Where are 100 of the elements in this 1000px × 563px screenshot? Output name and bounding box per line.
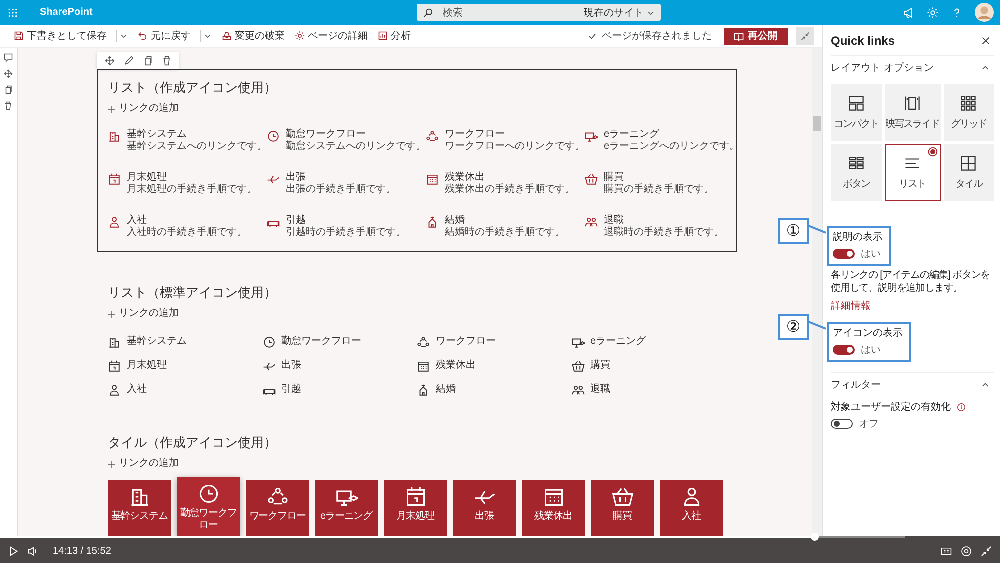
toolbar-button[interactable]: 下書きとして保存 xyxy=(10,29,111,43)
people-icon xyxy=(417,336,430,348)
toolbar-button[interactable]: ページの詳細 xyxy=(291,29,372,43)
copy-icon[interactable] xyxy=(142,56,152,66)
move-icon[interactable] xyxy=(104,56,114,66)
link-title[interactable]: 購買 xyxy=(590,360,610,372)
exit-fullscreen-icon[interactable] xyxy=(981,546,992,556)
toolbar-button[interactable]: 元に戻す xyxy=(134,29,195,43)
volume-icon[interactable] xyxy=(28,546,39,556)
trash-icon[interactable] xyxy=(162,56,172,66)
group-heading[interactable]: フィルター xyxy=(831,378,881,392)
add-link-button[interactable]: リンクの追加 xyxy=(108,307,179,321)
grid-icon xyxy=(960,94,978,112)
link-description: 入社時の手続き手順です。 xyxy=(127,227,247,239)
link-title[interactable]: 出張 xyxy=(282,360,302,372)
toggle-switch[interactable] xyxy=(833,249,855,259)
link-description: 基幹システムへのリンクです。 xyxy=(127,141,267,153)
link-tile[interactable]: ワークフロー xyxy=(246,480,309,536)
scope-dropdown[interactable]: 現在のサイト xyxy=(584,6,655,20)
captions-icon[interactable] xyxy=(941,546,952,556)
link-description: 引越時の手続き手順です。 xyxy=(286,227,406,239)
toolbar-button[interactable]: 変更の破棄 xyxy=(218,29,289,43)
calendar-icon xyxy=(417,360,430,372)
section-title: リスト（作成アイコン使用） xyxy=(108,79,278,97)
link-title[interactable]: 入社 xyxy=(127,215,247,227)
move-icon[interactable] xyxy=(4,69,13,79)
link-title[interactable]: 月末処理 xyxy=(127,172,257,184)
caret-icon[interactable] xyxy=(204,32,212,40)
link-title[interactable]: 残業休出 xyxy=(445,172,575,184)
link-title[interactable]: 入社 xyxy=(127,384,147,396)
chevron-up-icon[interactable] xyxy=(981,64,990,72)
link-title[interactable]: 残業休出 xyxy=(436,360,476,372)
chevron-up-icon[interactable] xyxy=(981,380,990,390)
megaphone-icon[interactable] xyxy=(903,6,915,18)
link-title[interactable]: 退職 xyxy=(604,215,724,227)
layout-option[interactable]: グリッド xyxy=(944,84,994,141)
link-title[interactable]: 出張 xyxy=(286,172,396,184)
group-heading[interactable]: レイアウト オプション xyxy=(831,61,934,75)
collapse-icon xyxy=(800,32,810,40)
toolbar-button[interactable]: 分析 xyxy=(374,29,415,43)
info-icon[interactable] xyxy=(957,402,966,412)
link-title[interactable]: 結婚 xyxy=(445,215,565,227)
church-icon xyxy=(426,216,439,229)
toggle-switch[interactable] xyxy=(833,345,855,355)
layout-option[interactable]: ボタン xyxy=(831,144,882,201)
link-title[interactable]: 勤怠ワークフロー xyxy=(282,336,362,348)
link-title[interactable]: 勤怠ワークフロー xyxy=(286,129,426,141)
link-tile[interactable]: 出張 xyxy=(453,480,516,536)
copy-icon[interactable] xyxy=(4,85,13,95)
link-tile[interactable]: 月末処理 xyxy=(384,480,447,536)
link-title[interactable]: 基幹システム xyxy=(127,336,187,348)
toggle-state: はい xyxy=(861,248,881,261)
close-icon[interactable] xyxy=(982,37,990,45)
search-field[interactable]: 検索 現在のサイト xyxy=(416,4,661,21)
link-tile[interactable]: 基幹システム xyxy=(108,480,171,536)
settings-icon[interactable] xyxy=(961,546,972,556)
add-section-icon[interactable] xyxy=(4,53,13,63)
toggle-state: はい xyxy=(861,344,881,357)
link-tile[interactable]: 入社 xyxy=(660,480,723,536)
link-title[interactable]: 引越 xyxy=(286,215,406,227)
link-title[interactable]: 基幹システム xyxy=(127,129,267,141)
person-icon xyxy=(108,216,121,229)
basket-icon xyxy=(585,173,598,186)
undo-icon xyxy=(138,31,148,41)
link-description: 残業休出の手続き手順です。 xyxy=(445,184,575,196)
link-title[interactable]: eラーニング xyxy=(604,129,740,141)
link-title[interactable]: 結婚 xyxy=(436,384,456,396)
scrollbar[interactable] xyxy=(812,48,822,536)
toggle-switch[interactable] xyxy=(831,419,853,429)
trash-icon[interactable] xyxy=(4,101,13,111)
play-icon[interactable] xyxy=(8,546,19,556)
link-title[interactable]: 月末処理 xyxy=(127,360,167,372)
layout-option[interactable]: 映写スライド xyxy=(884,84,940,141)
layout-option[interactable]: タイル xyxy=(944,144,994,201)
add-link-button[interactable]: リンクの追加 xyxy=(108,102,179,116)
link-title[interactable]: ワークフロー xyxy=(436,336,496,348)
republish-button[interactable]: 再公開 xyxy=(724,28,788,44)
app-launcher-icon[interactable] xyxy=(8,8,18,18)
link-description: 月末処理の手続き手順です。 xyxy=(127,184,257,196)
save-icon xyxy=(14,31,24,41)
link-title[interactable]: eラーニング xyxy=(590,336,646,348)
button-layout-icon xyxy=(848,154,865,172)
link-tile[interactable]: 残業休出 xyxy=(522,480,585,536)
toggle-state: オフ xyxy=(859,418,879,431)
link-title[interactable]: 購買 xyxy=(604,172,714,184)
calendar-icon xyxy=(404,486,426,508)
layout-option[interactable]: リスト xyxy=(884,144,940,201)
link-title[interactable]: 退職 xyxy=(590,384,610,396)
link-tile[interactable]: eラーニング xyxy=(315,480,378,536)
caret-icon[interactable] xyxy=(120,32,128,40)
link-description: 出張の手続き手順です。 xyxy=(286,184,396,196)
link-title[interactable]: ワークフロー xyxy=(445,129,585,141)
add-link-button[interactable]: リンクの追加 xyxy=(108,457,179,471)
edit-icon[interactable] xyxy=(124,56,134,66)
layout-option[interactable]: コンパクト xyxy=(831,84,882,141)
link-title[interactable]: 引越 xyxy=(282,384,302,396)
discard-icon xyxy=(222,31,232,41)
link-tile[interactable]: 勤怠ワークフロー xyxy=(177,477,240,536)
learn-more-link[interactable]: 詳細情報 xyxy=(831,299,994,313)
link-tile[interactable]: 購買 xyxy=(591,480,654,536)
